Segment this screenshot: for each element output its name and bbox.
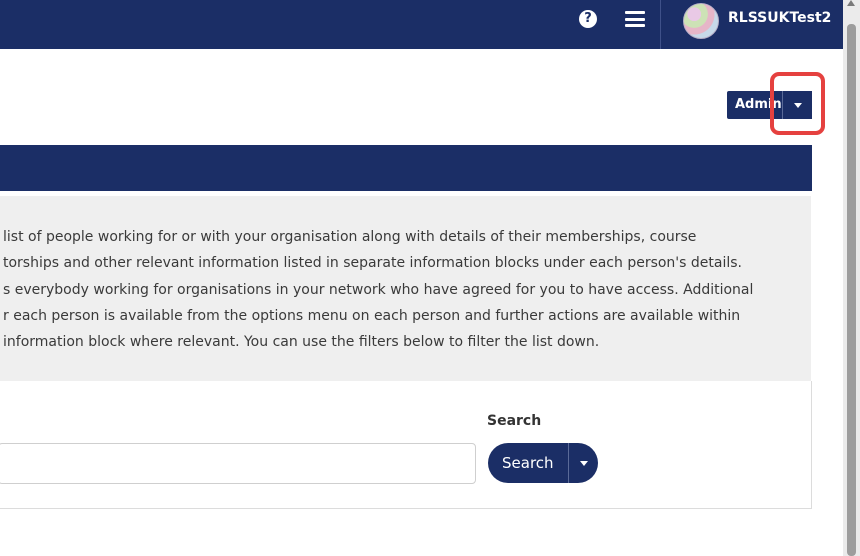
menu-bar [625,24,645,27]
info-description: list of people working for or with your … [3,224,803,355]
search-button-group: Search [488,443,598,483]
vertical-scrollbar[interactable] [843,0,860,556]
highlight-annotation [770,72,825,135]
avatar[interactable] [683,3,719,39]
scroll-up-arrow-icon[interactable] [847,0,855,6]
hamburger-menu-icon[interactable] [625,11,645,27]
search-button[interactable]: Search [488,443,568,483]
search-input[interactable] [0,443,476,484]
nav-divider [660,0,661,49]
search-dropdown-toggle[interactable] [567,443,598,483]
menu-bar [625,17,645,21]
username-link[interactable]: RLSSUKTest2 [728,10,831,26]
search-label: Search [487,413,542,429]
info-line: list of people working for or with your … [3,229,697,245]
question-circle-icon[interactable]: ? [579,10,597,28]
info-line: s everybody working for organisations in… [3,281,754,298]
info-line: r each person is available from the opti… [3,307,741,324]
top-navbar: ? RLSSUKTest2 [0,0,843,49]
panel-header [0,145,812,191]
info-line: information block where relevant. You ca… [3,334,600,351]
menu-bar [625,11,645,14]
info-line: torships and other relevant information … [3,255,742,272]
scrollbar-thumb[interactable] [847,24,856,556]
